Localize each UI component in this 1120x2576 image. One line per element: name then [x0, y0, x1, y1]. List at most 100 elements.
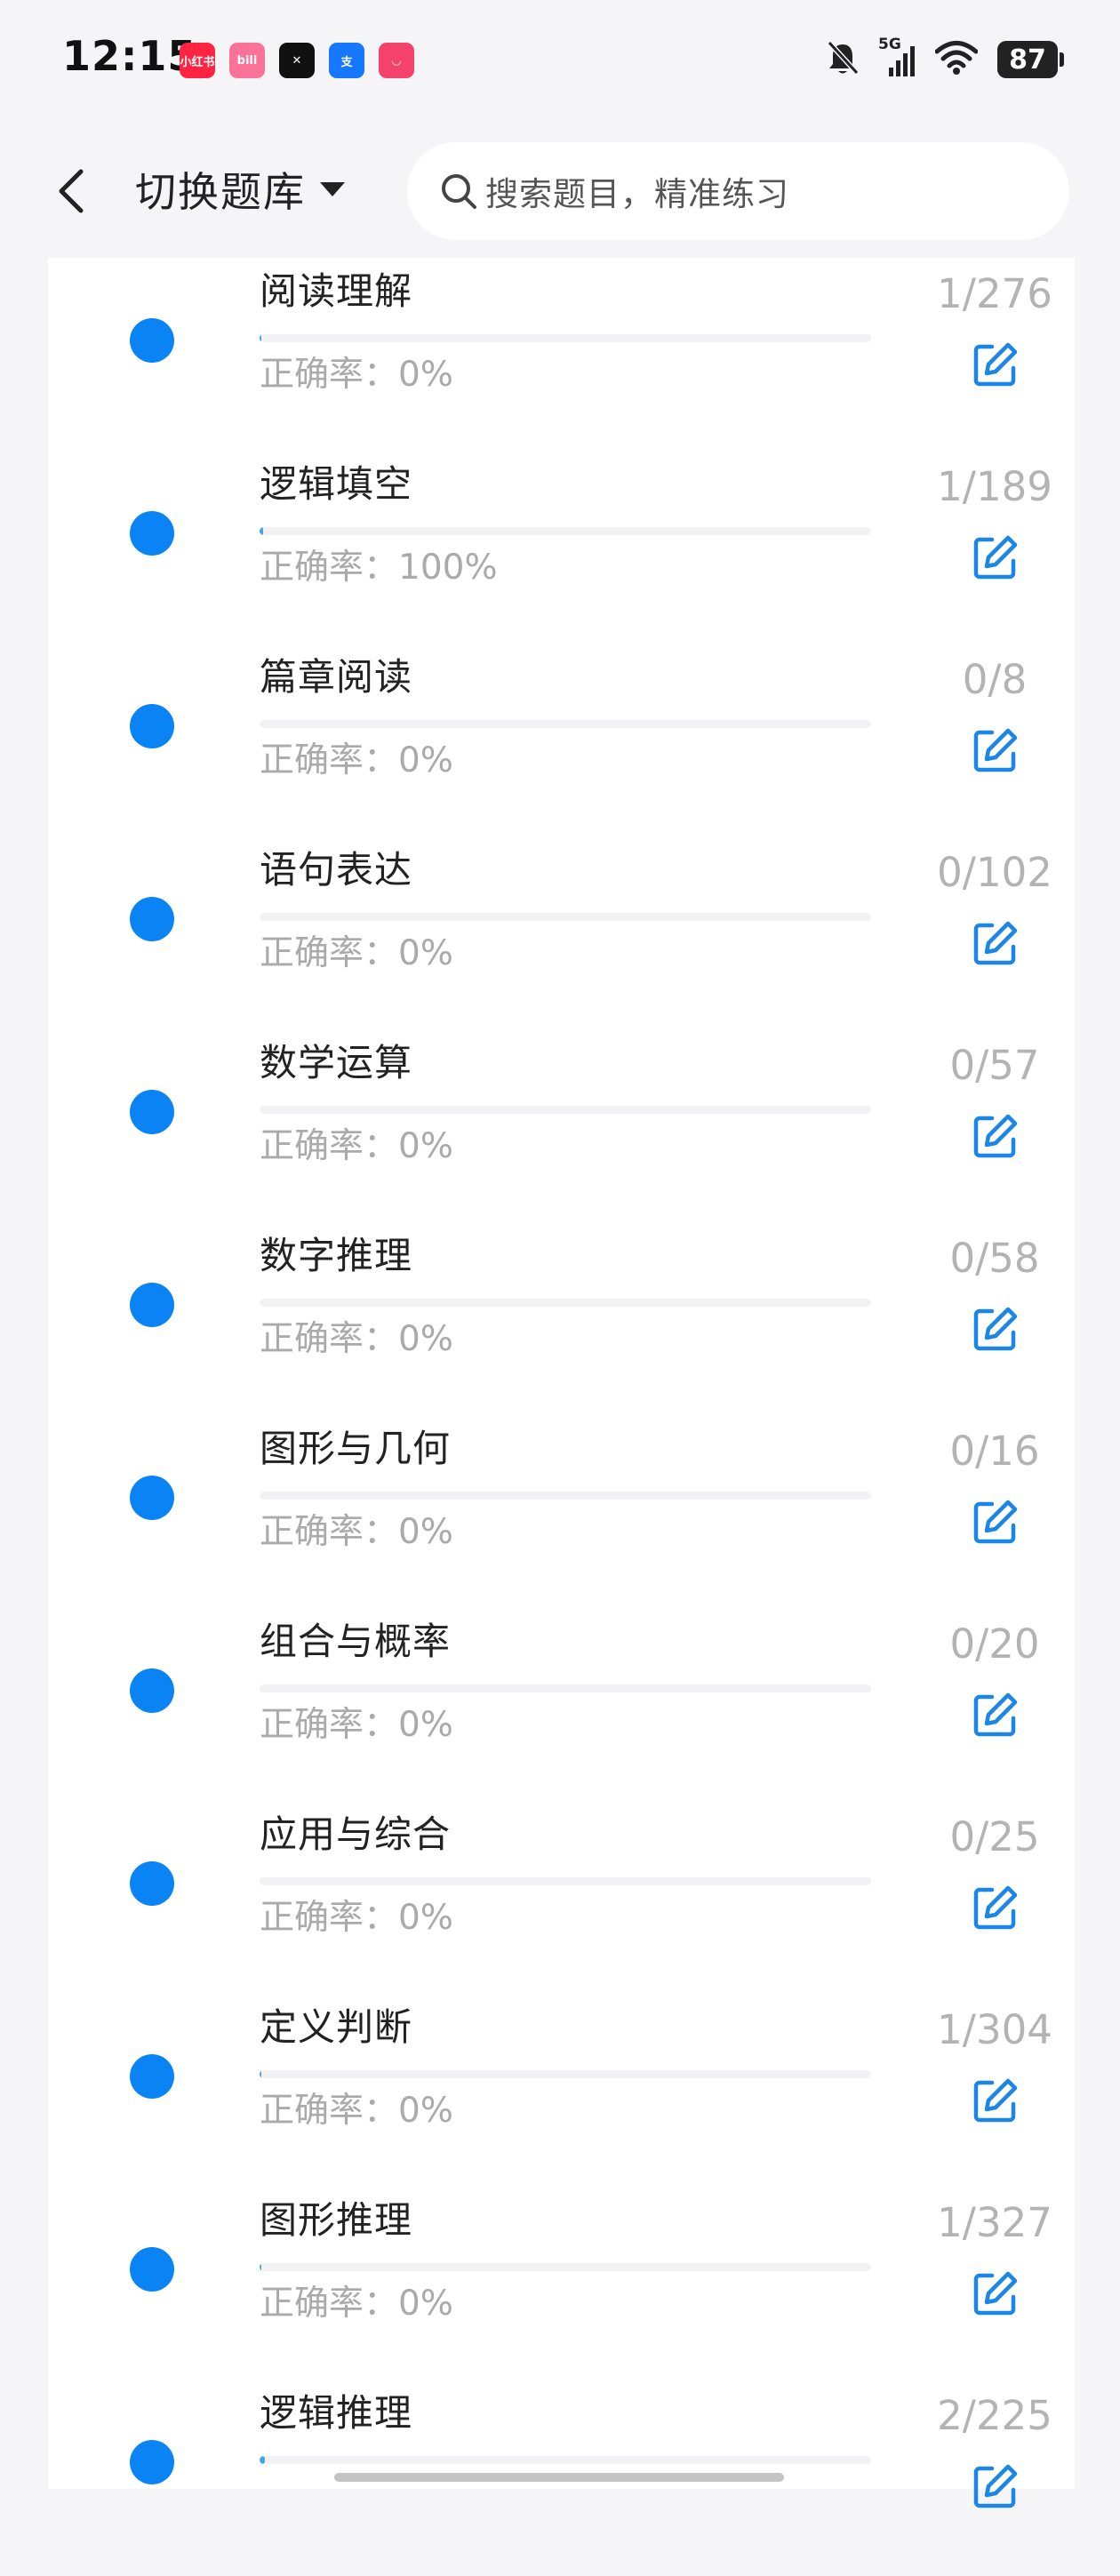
progress-bar — [260, 2456, 871, 2464]
practice-edit-icon[interactable] — [971, 1883, 1020, 1932]
category-row[interactable]: 篇章阅读 正确率：0% 0/8 — [48, 647, 1075, 840]
accuracy-text: 正确率：100% — [260, 548, 498, 588]
category-list: 阅读理解正确率：0% 1/276 逻辑填空正确率：100% 1/189 篇章阅读 正确率：… — [48, 258, 1075, 2508]
accuracy-text: 正确率：0% — [260, 1319, 453, 1359]
progress-bar-fill — [260, 527, 263, 535]
status-indicators: 5G 87 — [825, 36, 1064, 80]
accuracy-text: 正确率：0% — [260, 1705, 453, 1745]
category-title: 数字推理 — [260, 1234, 413, 1277]
accuracy-text: 正确率：0% — [260, 1898, 453, 1938]
search-input[interactable]: 搜索题目，精准练习 — [407, 142, 1069, 240]
search-placeholder: 搜索题目，精准练习 — [485, 175, 789, 213]
question-count: 0/20 — [949, 1620, 1040, 1668]
category-title: 阅读理解 — [260, 269, 413, 313]
practice-edit-icon[interactable] — [971, 725, 1020, 775]
progress-bar-fill — [260, 2263, 262, 2271]
category-row[interactable]: 图形推理 正确率：0% 1/327 — [48, 2190, 1075, 2383]
accuracy-text: 正确率：0% — [260, 2091, 453, 2131]
accuracy-text: 正确率：0% — [260, 1512, 453, 1552]
notification-app-icons: 小红书 bili ✕ 支 ◡ — [180, 43, 414, 78]
category-dot-icon — [130, 2054, 174, 2099]
chevron-left-icon — [59, 169, 84, 213]
category-title: 图形与几何 — [260, 1427, 452, 1470]
category-dot-icon — [130, 1476, 174, 1520]
search-icon — [439, 172, 478, 211]
progress-bar-fill — [260, 334, 262, 342]
category-row[interactable]: 语句表达 正确率：0% 0/102 — [48, 840, 1075, 1033]
practice-edit-icon[interactable] — [971, 340, 1020, 389]
progress-bar — [260, 720, 871, 728]
category-row[interactable]: 阅读理解正确率：0% 1/276 — [48, 261, 1075, 454]
question-count: 1/304 — [937, 2006, 1052, 2053]
category-title: 数学运算 — [260, 1041, 413, 1084]
home-indicator — [334, 2473, 784, 2482]
category-row[interactable]: 应用与综合正确率：0% 0/25 — [48, 1804, 1075, 1997]
cellular-signal-icon: 5G — [878, 36, 916, 78]
accuracy-text: 正确率：0% — [260, 355, 453, 395]
category-dot-icon — [130, 2440, 174, 2484]
capcut-icon: ✕ — [279, 43, 315, 78]
practice-edit-icon[interactable] — [971, 1111, 1020, 1161]
category-dot-icon — [130, 1283, 174, 1327]
progress-bar — [260, 1684, 871, 1692]
category-dot-icon — [130, 318, 174, 363]
practice-edit-icon[interactable] — [971, 1690, 1020, 1740]
practice-edit-icon[interactable] — [971, 918, 1020, 968]
category-dot-icon — [130, 1090, 174, 1134]
question-count: 1/189 — [937, 463, 1052, 510]
progress-bar — [260, 1492, 871, 1500]
category-row[interactable]: 图形与几何 正确率：0% 0/16 — [48, 1419, 1075, 1612]
question-count: 1/327 — [937, 2199, 1052, 2246]
category-dot-icon — [130, 704, 174, 748]
practice-edit-icon[interactable] — [971, 1304, 1020, 1354]
question-count: 0/58 — [949, 1235, 1040, 1282]
back-button[interactable] — [44, 156, 98, 227]
accuracy-text: 正确率：0% — [260, 1126, 453, 1166]
category-row[interactable]: 数字推理正确率：0% 0/58 — [48, 1226, 1075, 1419]
category-dot-icon — [130, 1668, 174, 1713]
category-dot-icon — [130, 1861, 174, 1906]
practice-edit-icon[interactable] — [971, 2268, 1020, 2318]
category-title: 逻辑填空 — [260, 462, 413, 506]
category-row[interactable]: 数学运算正确率：0% 0/57 — [48, 1033, 1075, 1226]
category-dot-icon — [130, 897, 174, 941]
category-title: 定义判断 — [260, 2005, 413, 2049]
practice-edit-icon[interactable] — [971, 2076, 1020, 2125]
question-count: 2/225 — [937, 2392, 1052, 2439]
category-title: 图形推理 — [260, 2198, 413, 2242]
battery-indicator: 87 — [997, 41, 1064, 78]
category-row[interactable]: 组合与概率正确率：0% 0/20 — [48, 1612, 1075, 1804]
category-title: 应用与综合 — [260, 1812, 452, 1856]
category-dot-icon — [130, 2247, 174, 2292]
progress-bar — [260, 1106, 871, 1114]
category-title: 逻辑推理 — [260, 2391, 413, 2435]
category-dot-icon — [130, 511, 174, 556]
progress-bar — [260, 1299, 871, 1307]
wifi-icon — [934, 40, 979, 79]
alipay-icon: 支 — [329, 43, 364, 78]
progress-bar — [260, 2263, 871, 2271]
practice-edit-icon[interactable] — [971, 1497, 1020, 1547]
xiaohongshu-icon: 小红书 — [180, 43, 215, 78]
question-count: 1/276 — [937, 270, 1052, 317]
question-count: 0/8 — [962, 656, 1028, 703]
progress-bar — [260, 527, 871, 535]
status-bar: 12:15 小红书 bili ✕ 支 ◡ 5G 87 — [0, 0, 1120, 124]
bilibili-icon: bili — [229, 43, 265, 78]
practice-edit-icon[interactable] — [971, 532, 1020, 582]
category-row[interactable]: 逻辑填空正确率：100% 1/189 — [48, 454, 1075, 647]
category-title: 组合与概率 — [260, 1620, 452, 1663]
progress-bar — [260, 913, 871, 921]
progress-bar — [260, 334, 871, 342]
progress-bar-fill — [260, 2456, 266, 2464]
practice-edit-icon[interactable] — [971, 2461, 1020, 2511]
category-row[interactable]: 定义判断正确率：0% 1/304 — [48, 1997, 1075, 2190]
app-pink-icon: ◡ — [379, 43, 414, 78]
question-count: 0/57 — [949, 1042, 1040, 1089]
question-count: 0/25 — [949, 1813, 1040, 1860]
switch-question-bank-dropdown[interactable]: 切换题库 — [135, 160, 347, 219]
header: 切换题库 搜索题目，精准练习 — [0, 124, 1120, 258]
category-title: 语句表达 — [260, 848, 413, 892]
progress-bar — [260, 2070, 871, 2078]
accuracy-text: 正确率：0% — [260, 933, 453, 973]
